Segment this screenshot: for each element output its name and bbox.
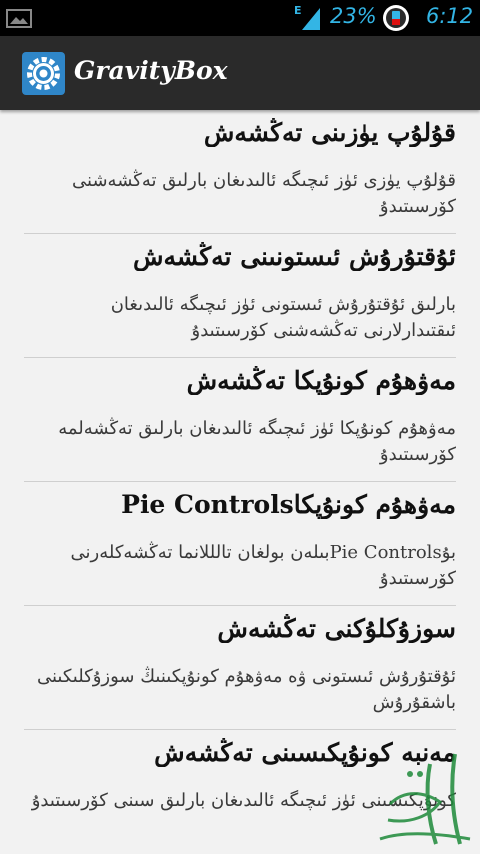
item-summary: مەۋھۇم كونۇپكا ئۈز ئىچىگە ئالىدىغان بارل… xyxy=(58,418,456,465)
settings-gear-icon xyxy=(27,57,60,90)
list-item[interactable]: مەۋھۇم كونۇپكاPie Controls بۇPie Control… xyxy=(0,482,480,606)
item-summary: قۇلۇپ يۈزى ئۈز ئىچىگە ئالىدىغان بارلىق ت… xyxy=(72,170,456,217)
item-summary: بۇPie Controlsبىلەن بولغان تالللانما تەڭ… xyxy=(70,542,456,589)
app-home-button[interactable] xyxy=(22,52,65,95)
clock: 6:12 xyxy=(426,4,474,28)
item-title: ئۇقتۇرۇش ئىستونىنى تەڭشەش xyxy=(133,242,456,271)
action-bar: GravityBox xyxy=(0,36,480,110)
list-item[interactable]: قۇلۇپ يۈزىنى تەڭشەش قۇلۇپ يۈزى ئۈز ئىچىگ… xyxy=(0,110,480,234)
calligraphy-watermark-logo xyxy=(379,753,471,845)
item-title: مەۋھۇم كونۇپكاPie Controls xyxy=(121,490,456,519)
list-item[interactable]: مەۋھۇم كونۇپكا تەڭشەش مەۋھۇم كونۇپكا ئۈز… xyxy=(0,358,480,482)
item-summary: بارلىق ئۇقتۇرۇش ئىستونى ئۈز ئىچىگە ئالىد… xyxy=(110,294,456,341)
list-item[interactable]: ئۇقتۇرۇش ئىستونىنى تەڭشەش بارلىق ئۇقتۇرۇ… xyxy=(0,234,480,358)
network-signal-icon: E xyxy=(292,4,322,32)
status-bar: E 23% 6:12 xyxy=(0,0,480,36)
battery-percent: 23% xyxy=(330,4,377,28)
item-title: سوزۇكلۇكنى تەڭشەش xyxy=(217,614,456,643)
item-title: قۇلۇپ يۈزىنى تەڭشەش xyxy=(203,118,456,147)
item-title: مەۋھۇم كونۇپكا تەڭشەش xyxy=(186,366,456,395)
list-item[interactable]: سوزۇكلۇكنى تەڭشەش ئۇقتۇرۇش ئىستونى ۋە مە… xyxy=(0,606,480,730)
battery-icon xyxy=(383,5,409,31)
item-summary: ئۇقتۇرۇش ئىستونى ۋە مەۋھۇم كونۇپكىنىڭ سو… xyxy=(36,666,456,713)
app-title: GravityBox xyxy=(74,56,228,85)
preference-list[interactable]: قۇلۇپ يۈزىنى تەڭشەش قۇلۇپ يۈزى ئۈز ئىچىگ… xyxy=(0,110,480,854)
gallery-notification-icon xyxy=(6,9,32,28)
